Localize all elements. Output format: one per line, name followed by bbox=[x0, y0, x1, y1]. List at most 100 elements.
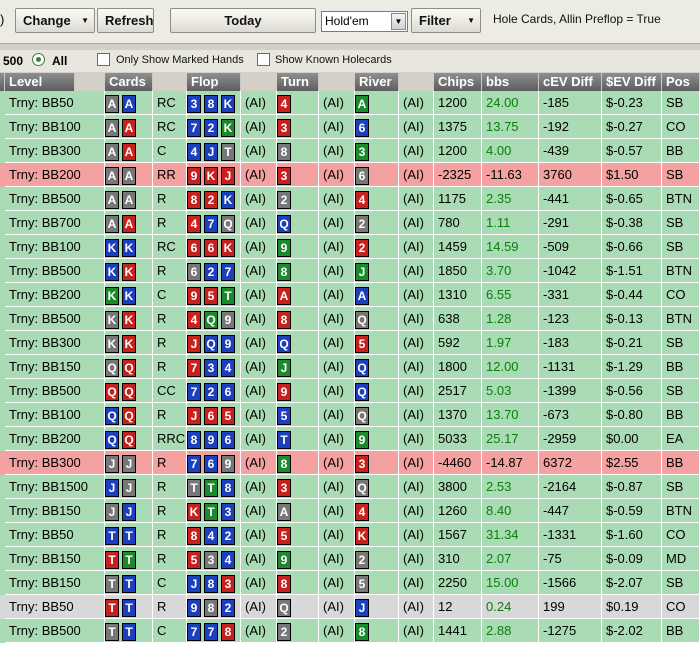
playing-card: 6 bbox=[355, 119, 369, 137]
playing-card: 3 bbox=[355, 455, 369, 473]
table-row[interactable]: Trny: BB200 K K C 9 5 T (AI) A (AI) A (AI) 1310 6.55-… bbox=[0, 283, 700, 307]
cell-river-ai: (AI) bbox=[399, 307, 434, 331]
cell-level: Trny: BB500 bbox=[5, 307, 105, 331]
column-header--ev-diff[interactable]: $EV Diff bbox=[602, 73, 662, 91]
cell-turn: 8 bbox=[277, 451, 319, 475]
cell-bbs: 2.07 bbox=[482, 547, 539, 571]
cell-turn: Q bbox=[277, 211, 319, 235]
table-row[interactable]: Trny: BB200 Q Q RRC 8 9 6 (AI) T (AI) 9 (AI) 5033 25.… bbox=[0, 427, 700, 451]
cell-bbs: 12.00 bbox=[482, 355, 539, 379]
table-row[interactable]: Trny: BB300 K K R J Q 9 (AI) Q (AI) 5 (AI) 592 1.97 -1… bbox=[0, 331, 700, 355]
all-radio[interactable] bbox=[32, 53, 45, 66]
only-marked-checkbox[interactable] bbox=[97, 53, 110, 66]
playing-card: A bbox=[105, 119, 119, 137]
cell-cev-diff: -2959 bbox=[539, 427, 602, 451]
cell-action: C bbox=[153, 619, 187, 643]
cell-level: Trny: BB50 bbox=[5, 91, 105, 115]
table-row[interactable]: Trny: BB1500 J J R T T 8 (AI) 3 (AI) Q (AI) 3800 2.53… bbox=[0, 475, 700, 499]
cell-river-ai: (AI) bbox=[399, 571, 434, 595]
playing-card: K bbox=[105, 263, 119, 281]
cell-turn: 8 bbox=[277, 571, 319, 595]
column-header-level[interactable]: Level bbox=[5, 73, 75, 91]
table-row[interactable]: Trny: BB300 J J R 7 6 9 (AI) 8 (AI) 3 (AI) -4460 -14.… bbox=[0, 451, 700, 475]
cell-level: Trny: BB500 bbox=[5, 619, 105, 643]
game-type-select[interactable]: Hold'em ▼ bbox=[321, 11, 408, 32]
column-header-flop[interactable]: Flop bbox=[187, 73, 241, 91]
cell-chips: 1200 bbox=[434, 91, 482, 115]
cell-river: 2 bbox=[355, 211, 399, 235]
cell-river: J bbox=[355, 259, 399, 283]
cell-flop-ai: (AI) bbox=[241, 547, 277, 571]
column-header-cards[interactable]: Cards bbox=[105, 73, 153, 91]
table-row[interactable]: Trny: BB300 A A C 4 J T (AI) 8 (AI) 3 (AI) 1200 4.00-… bbox=[0, 139, 700, 163]
all-radio-label[interactable]: All bbox=[52, 54, 67, 68]
refresh-button[interactable]: Refresh bbox=[97, 8, 154, 33]
today-button[interactable]: Today bbox=[170, 8, 316, 33]
cell-turn: 3 bbox=[277, 115, 319, 139]
cell-cev-diff: -185 bbox=[539, 91, 602, 115]
table-row[interactable]: Trny: BB500 A A R 8 2 K (AI) 2 (AI) 4 (AI) 1175 2.35-… bbox=[0, 187, 700, 211]
playing-card: 6 bbox=[187, 239, 201, 257]
cell-action: R bbox=[153, 523, 187, 547]
table-row[interactable]: Trny: BB100 A A RC 7 2 K (AI) 3 (AI) 6 (AI) 1375 13.7… bbox=[0, 115, 700, 139]
cell-chips: 12 bbox=[434, 595, 482, 619]
column-header-chips[interactable]: Chips bbox=[434, 73, 482, 91]
playing-card: 3 bbox=[277, 479, 291, 497]
table-row[interactable]: Trny: BB100 K K RC 6 6 K (AI) 9 (AI) 2 (AI) 1459 14.5… bbox=[0, 235, 700, 259]
cell-position: BB bbox=[662, 451, 700, 475]
table-row[interactable]: Trny: BB200 A A RR 9 K J (AI) 3 (AI) 6 (AI) -2325 -11… bbox=[0, 163, 700, 187]
table-row[interactable]: Trny: BB100 Q Q R J 6 5 (AI) 5 (AI) Q (AI) 1370 13.70… bbox=[0, 403, 700, 427]
only-marked-label: Only Show Marked Hands bbox=[116, 54, 244, 66]
cell-flop-ai: (AI) bbox=[241, 427, 277, 451]
cell-river: 3 bbox=[355, 451, 399, 475]
change-button[interactable]: Change ▼ bbox=[15, 8, 95, 33]
column-header-river[interactable]: River bbox=[355, 73, 399, 91]
playing-card: 5 bbox=[204, 287, 218, 305]
table-row[interactable]: Trny: BB500 T T C 7 7 8 (AI) 2 (AI) 8 (AI) 1441 2.88-… bbox=[0, 619, 700, 643]
column-header-turn[interactable]: Turn bbox=[277, 73, 319, 91]
cell-river-ai: (AI) bbox=[399, 163, 434, 187]
cell-bbs: 31.34 bbox=[482, 523, 539, 547]
table-row[interactable]: Trny: BB150 T T C J 8 3 (AI) 8 (AI) 5 (AI) 2250 15.00… bbox=[0, 571, 700, 595]
chevron-down-icon[interactable]: ▼ bbox=[391, 13, 406, 30]
cell-action: CC bbox=[153, 379, 187, 403]
cell-level: Trny: BB500 bbox=[5, 187, 105, 211]
column-header-cev-diff[interactable]: cEV Diff bbox=[539, 73, 602, 91]
cell-cev-diff: -183 bbox=[539, 331, 602, 355]
table-row[interactable]: Trny: BB500 K K R 6 2 7 (AI) 8 (AI) J (AI) 1850 3.70-… bbox=[0, 259, 700, 283]
playing-card: Q bbox=[204, 335, 218, 353]
table-row[interactable]: Trny: BB500 Q Q CC 7 2 6 (AI) 9 (AI) Q (AI) 2517 5.03… bbox=[0, 379, 700, 403]
table-row[interactable]: Trny: BB50 T T R 8 4 2 (AI) 5 (AI) K (AI) 1567 31.34-… bbox=[0, 523, 700, 547]
cell-bbs: 1.11 bbox=[482, 211, 539, 235]
cell-bbs: 8.40 bbox=[482, 499, 539, 523]
table-row[interactable]: Trny: BB150 J J R K T 3 (AI) A (AI) 4 (AI) 1260 8.40-… bbox=[0, 499, 700, 523]
playing-card: 5 bbox=[221, 407, 235, 425]
table-row[interactable]: Trny: BB50 T T R 9 8 2 (AI) Q (AI) J (AI) 12 0.24 199 $… bbox=[0, 595, 700, 619]
cell-ev-diff: $1.50 bbox=[602, 163, 662, 187]
table-row[interactable]: Trny: BB50 A A RC 3 8 K (AI) 4 (AI) A (AI) 1200 24.00… bbox=[0, 91, 700, 115]
cell-ev-diff: $2.55 bbox=[602, 451, 662, 475]
playing-card: A bbox=[122, 191, 136, 209]
cell-flop: 982 bbox=[187, 595, 241, 619]
table-row[interactable]: Trny: BB700 A A R 4 7 Q (AI) Q (AI) 2 (AI) 780 1.11 -2… bbox=[0, 211, 700, 235]
known-holecards-checkbox[interactable] bbox=[257, 53, 270, 66]
playing-card: T bbox=[277, 431, 291, 449]
filter-button[interactable]: Filter ▼ bbox=[411, 8, 481, 33]
column-header-bbs[interactable]: bbs bbox=[482, 73, 539, 91]
cell-turn: 5 bbox=[277, 523, 319, 547]
cell-flop-ai: (AI) bbox=[241, 211, 277, 235]
cell-turn: 9 bbox=[277, 379, 319, 403]
table-row[interactable]: Trny: BB500 K K R 4 Q 9 (AI) 8 (AI) Q (AI) 638 1.28 -1… bbox=[0, 307, 700, 331]
playing-card: 2 bbox=[277, 191, 291, 209]
playing-card: Q bbox=[105, 383, 119, 401]
playing-card: T bbox=[221, 143, 235, 161]
column-header-pos[interactable]: Pos bbox=[662, 73, 700, 91]
playing-card: 6 bbox=[221, 383, 235, 401]
cell-chips: 3800 bbox=[434, 475, 482, 499]
table-row[interactable]: Trny: BB150 Q Q R 7 3 4 (AI) J (AI) Q (AI) 1800 12.00… bbox=[0, 355, 700, 379]
playing-card: A bbox=[277, 503, 291, 521]
hand-count-option[interactable]: 500 bbox=[3, 54, 23, 68]
table-row[interactable]: Trny: BB150 T T R 5 3 4 (AI) 9 (AI) 2 (AI) 310 2.07 -7… bbox=[0, 547, 700, 571]
cell-action: R bbox=[153, 355, 187, 379]
cell-position: BTN bbox=[662, 307, 700, 331]
